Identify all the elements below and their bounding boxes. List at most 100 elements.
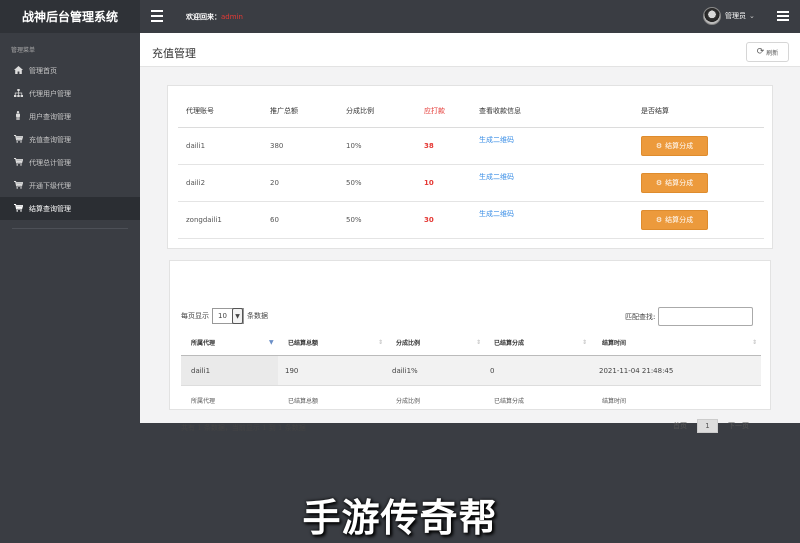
table-info: 共有 1 条数据，当前显示 1 到 1 条数据 <box>181 424 306 432</box>
indent-icon[interactable] <box>777 11 789 22</box>
column-footer: 已结算分成 <box>494 397 525 405</box>
refresh-label: 刷新 <box>766 49 779 57</box>
promo-total: 60 <box>270 216 279 224</box>
current-page-button[interactable]: 1 <box>697 419 718 433</box>
table-header: 所属代理 ▼ 已结算总额 ⇕ 分成比例 ⇕ 已结算分成 ⇕ 结算时间 ⇕ <box>181 330 761 356</box>
table-row: daili1 190 daili1% 0 2021-11-04 21:48:45 <box>181 356 761 386</box>
settle-share-label: 结算分成 <box>665 142 694 150</box>
settled-share: 0 <box>490 366 495 375</box>
agent-account: zongdaili1 <box>186 216 222 224</box>
cart-icon <box>12 134 24 145</box>
sitemap-icon <box>12 88 24 99</box>
settled-agent: daili1 <box>191 366 211 375</box>
settle-share-button[interactable]: ⚙ 结算分成 <box>641 136 708 156</box>
settlement-history-panel: 每页显示 10 ▼ 条数据 匹配查找: 所属代理 ▼ 已结算总额 ⇕ 分成比例 … <box>169 260 771 433</box>
sort-icon[interactable]: ⇕ <box>378 330 383 355</box>
sidebar-item-open-subagent[interactable]: 开通下级代理 <box>0 174 140 197</box>
avatar[interactable] <box>703 7 721 25</box>
share-ratio: 50% <box>346 179 362 187</box>
share-ratio: 10% <box>346 142 362 150</box>
page-length-suffix: 条数据 <box>247 312 268 320</box>
column-header: 应打款 <box>424 106 445 115</box>
settled-time: 2021-11-04 21:48:45 <box>599 366 674 375</box>
settled-total: 190 <box>285 366 299 375</box>
agent-account: daili2 <box>186 179 206 187</box>
welcome-label: 欢迎回来： <box>186 13 221 21</box>
sidebar-item-home[interactable]: 管理首页 <box>0 59 140 82</box>
promo-total: 20 <box>270 179 279 187</box>
sidebar-item-label: 结算查询管理 <box>29 204 71 213</box>
sort-icon[interactable]: ⇕ <box>582 330 587 355</box>
column-header: 查看收款信息 <box>479 106 521 115</box>
main-content: 充值管理 ⟳ 刷新 代理账号 推广总额 分成比例 应打款 查看收款信息 是否结算… <box>140 33 800 433</box>
table-search: 匹配查找: <box>625 307 754 326</box>
generate-qr-link[interactable]: 生成二维码 <box>479 128 514 151</box>
settle-share-label: 结算分成 <box>665 216 694 224</box>
column-header: 分成比例 <box>346 106 374 115</box>
table-footer: 所属代理 已结算总额 分成比例 已结算分成 结算时间 <box>181 386 761 414</box>
column-header[interactable]: 已结算分成 <box>494 330 524 355</box>
page-header: 充值管理 ⟳ 刷新 <box>140 33 800 67</box>
menu-toggle-icon[interactable] <box>151 10 163 22</box>
column-header[interactable]: 分成比例 <box>396 330 420 355</box>
settle-cell: ⚙ 结算分成 <box>641 165 708 201</box>
sidebar-item-label: 充值查询管理 <box>29 135 71 144</box>
settle-cell: ⚙ 结算分成 <box>641 202 708 238</box>
sidebar-item-label: 用户查询管理 <box>29 112 71 121</box>
sidebar-item-user-query[interactable]: 用户查询管理 <box>0 105 140 128</box>
cogs-icon: ⚙ <box>655 216 663 224</box>
column-header[interactable]: 结算时间 <box>602 330 626 355</box>
sidebar-item-recharge-query[interactable]: 充值查询管理 <box>0 128 140 151</box>
first-page-button[interactable]: 首页 <box>673 421 687 431</box>
search-label: 匹配查找: <box>625 312 656 321</box>
column-header: 是否结算 <box>641 106 669 115</box>
sidebar-item-label: 管理首页 <box>29 66 57 75</box>
column-header: 推广总额 <box>270 106 298 115</box>
agent-settlement-panel: 代理账号 推广总额 分成比例 应打款 查看收款信息 是否结算 daili1 38… <box>167 85 773 249</box>
table-row: zongdaili1 60 50% 30 生成二维码 ⚙ 结算分成 <box>178 202 764 239</box>
share-ratio: 50% <box>346 216 362 224</box>
cart-icon <box>12 157 24 168</box>
column-footer: 所属代理 <box>191 397 216 405</box>
sidebar-item-label: 代理用户管理 <box>29 89 71 98</box>
amount-due: 30 <box>424 216 434 224</box>
settle-share-button[interactable]: ⚙ 结算分成 <box>641 210 708 230</box>
cart-icon <box>12 180 24 191</box>
sidebar-item-label: 开通下级代理 <box>29 181 71 190</box>
sidebar-header: 管理菜单 <box>11 47 36 54</box>
column-header[interactable]: 所属代理 <box>191 330 215 355</box>
sort-icon[interactable]: ⇕ <box>476 330 481 355</box>
generate-qr-link[interactable]: 生成二维码 <box>479 202 514 225</box>
sidebar-item-settlement-query[interactable]: 结算查询管理 <box>0 197 140 220</box>
generate-qr-link[interactable]: 生成二维码 <box>479 165 514 188</box>
agent-account: daili1 <box>186 142 206 150</box>
amount-due: 10 <box>424 179 434 187</box>
column-header: 代理账号 <box>186 106 214 115</box>
sort-desc-icon[interactable]: ▼ <box>269 330 274 355</box>
search-input[interactable] <box>658 307 754 326</box>
sort-icon[interactable]: ⇕ <box>752 330 757 355</box>
sidebar: 管理菜单 管理首页 代理用户管理 用户查询管理 充值查询管理 代理总计管理 开通 <box>0 33 140 423</box>
page-length-value: 10 <box>218 312 227 320</box>
admin-name[interactable]: 管理员 <box>725 11 746 21</box>
settle-share-button[interactable]: ⚙ 结算分成 <box>641 173 708 193</box>
cogs-icon: ⚙ <box>655 179 663 187</box>
sidebar-item-agent-total[interactable]: 代理总计管理 <box>0 151 140 174</box>
refresh-button[interactable]: ⟳ 刷新 <box>746 42 789 62</box>
refresh-icon: ⟳ <box>756 47 765 57</box>
page-length-control: 每页显示 10 ▼ 条数据 <box>181 308 268 324</box>
column-footer: 分成比例 <box>396 397 421 405</box>
column-footer: 已结算总额 <box>288 397 319 405</box>
top-navbar: 战神后台管理系统 欢迎回来：admin 管理员 ⌄ <box>0 0 800 33</box>
column-header[interactable]: 已结算总额 <box>288 330 318 355</box>
chevron-down-icon[interactable]: ⌄ <box>749 12 755 20</box>
cogs-icon: ⚙ <box>655 142 663 150</box>
amount-due: 38 <box>424 142 434 150</box>
next-page-button[interactable]: 下一页 <box>728 421 749 431</box>
settle-share-label: 结算分成 <box>665 179 694 187</box>
app-title: 战神后台管理系统 <box>0 0 140 33</box>
sidebar-divider <box>12 228 128 229</box>
table-row: daili2 20 50% 10 生成二维码 ⚙ 结算分成 <box>178 165 764 202</box>
sidebar-item-agent-users[interactable]: 代理用户管理 <box>0 82 140 105</box>
page-length-select[interactable]: 10 ▼ <box>212 308 244 324</box>
